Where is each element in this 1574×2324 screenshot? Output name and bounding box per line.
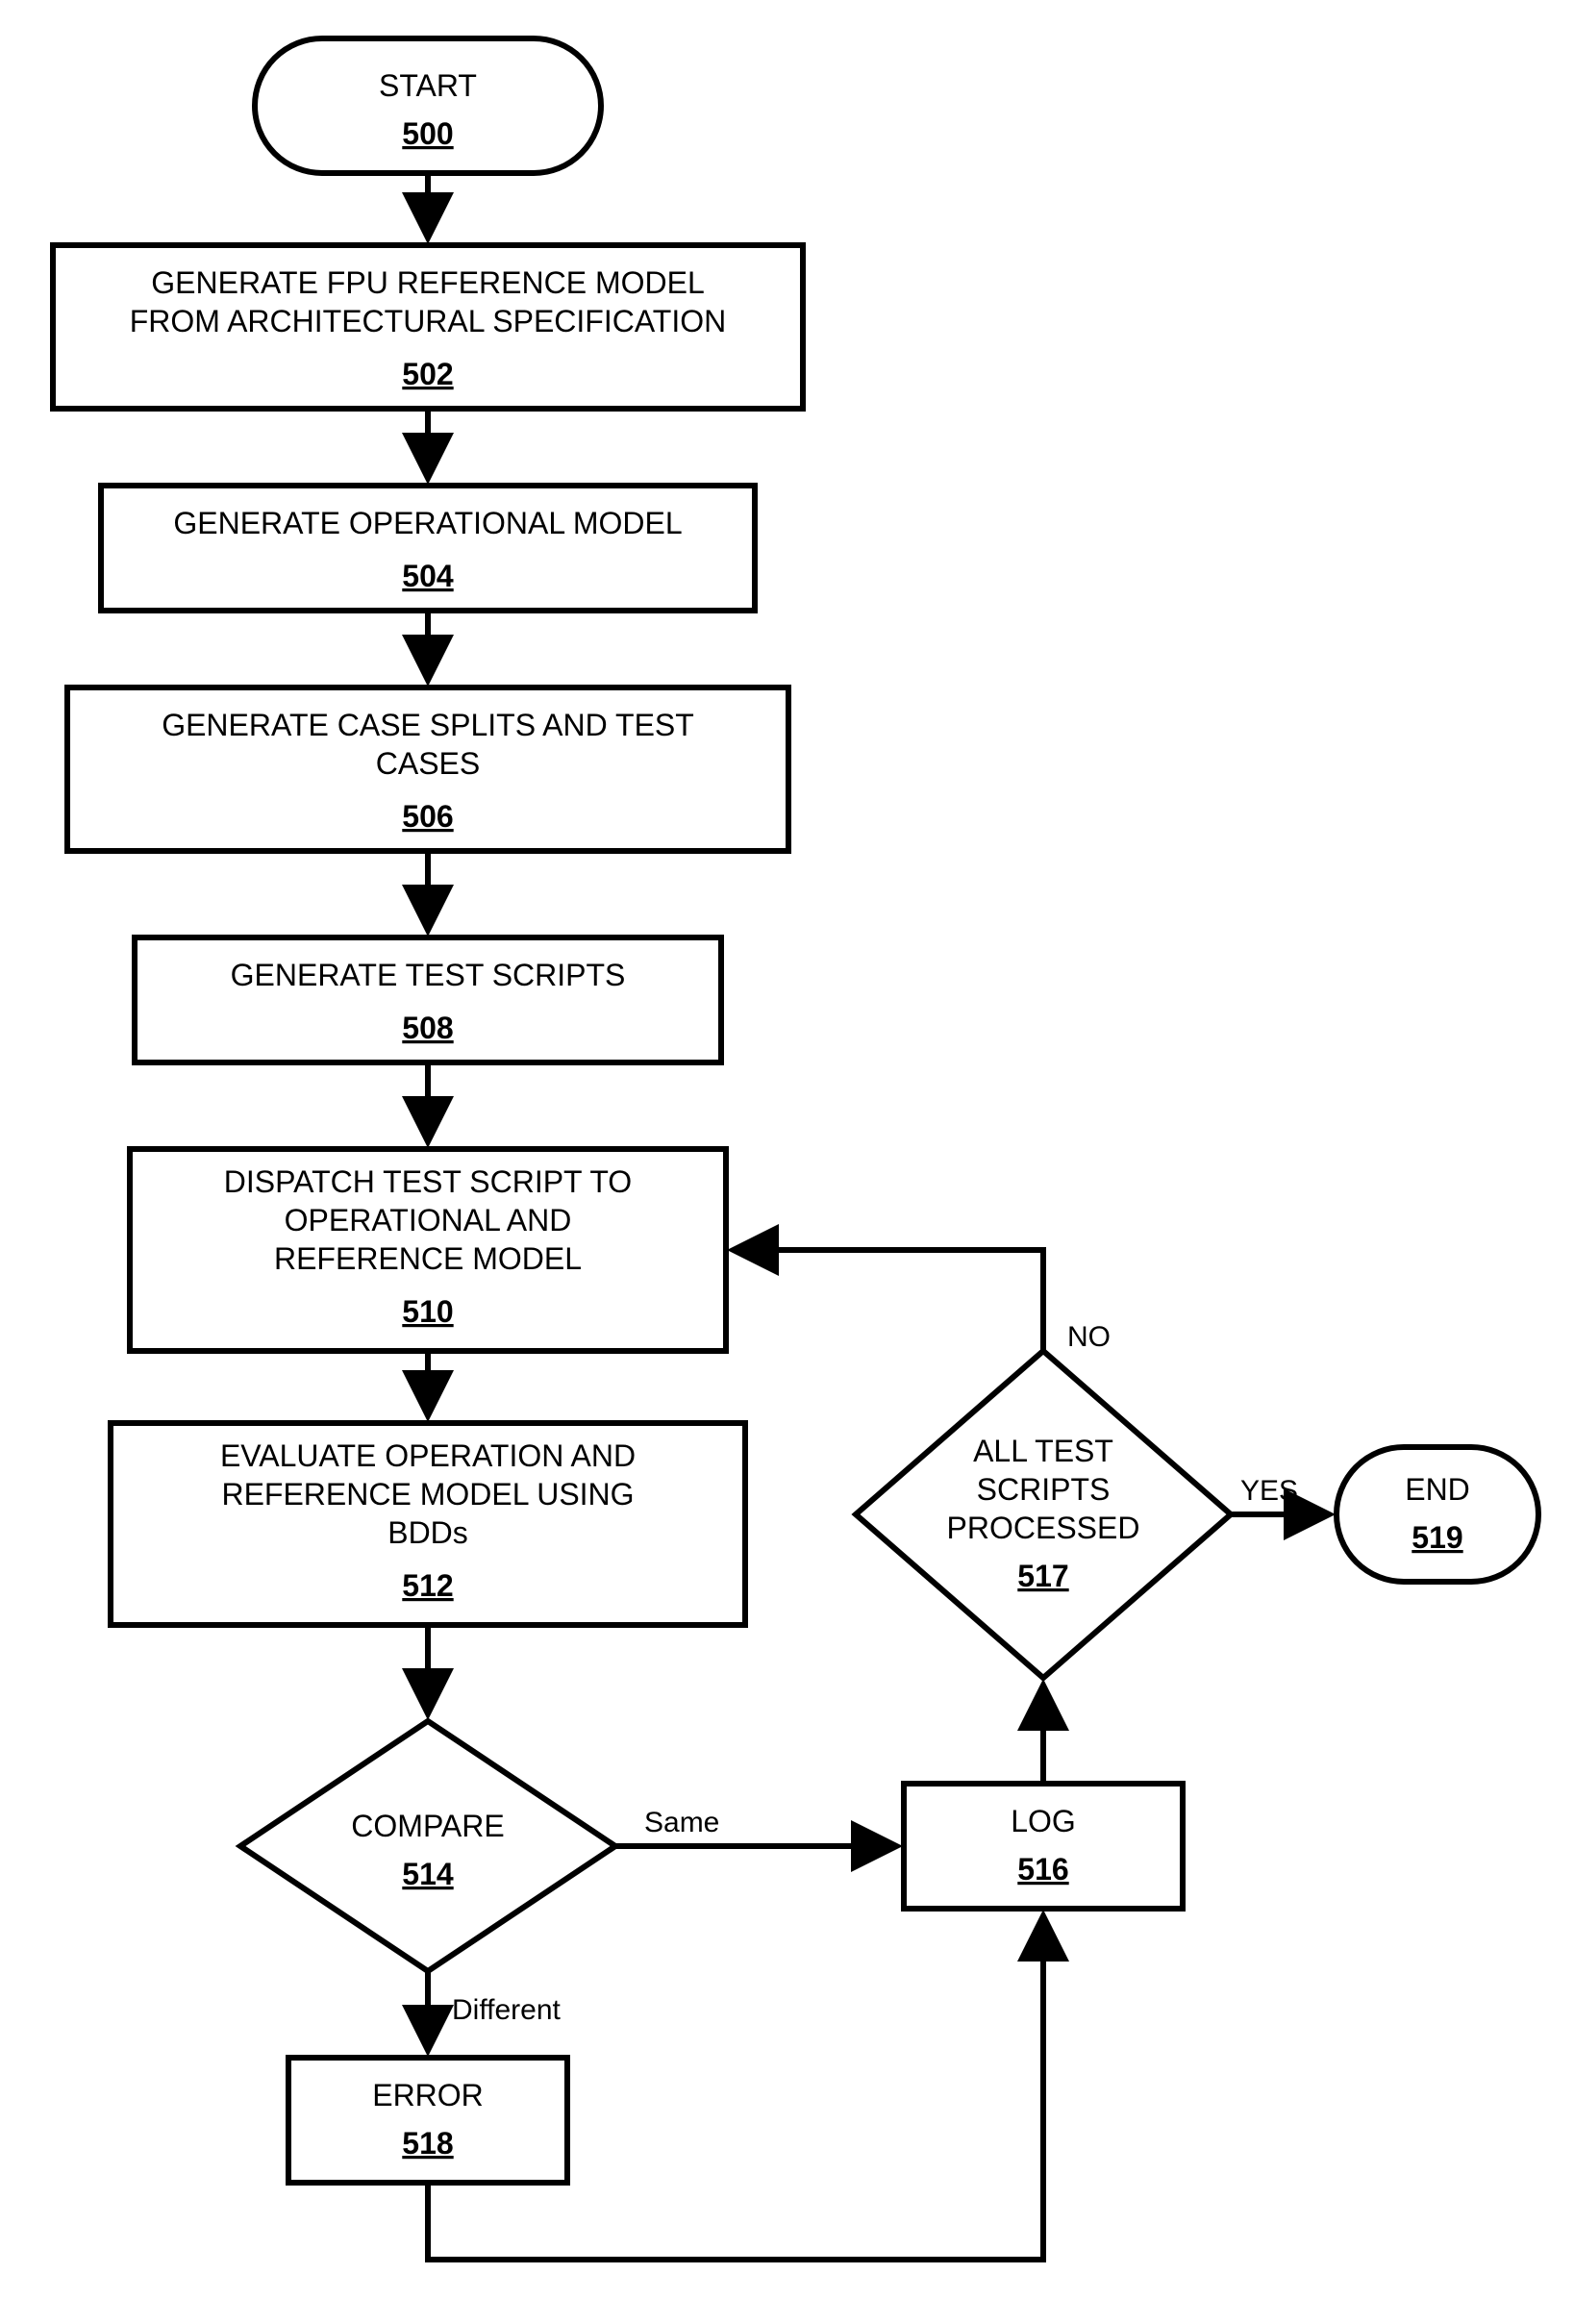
n518-ref: 518 — [402, 2126, 453, 2161]
n512-line1: EVALUATE OPERATION AND — [220, 1438, 636, 1473]
n517-line2: SCRIPTS — [977, 1472, 1111, 1507]
node-518: ERROR 518 — [288, 2058, 567, 2183]
n504-line1: GENERATE OPERATIONAL MODEL — [173, 506, 682, 540]
n512-line2: REFERENCE MODEL USING — [221, 1477, 634, 1512]
n516-ref: 516 — [1017, 1852, 1068, 1887]
n518-label: ERROR — [372, 2078, 484, 2112]
edge-label-same: Same — [644, 1807, 719, 1838]
edge-517-510-no — [736, 1250, 1043, 1351]
n512-ref: 512 — [402, 1568, 453, 1603]
node-504: GENERATE OPERATIONAL MODEL 504 — [101, 486, 755, 611]
edge-label-yes: YES — [1240, 1475, 1298, 1507]
n517-line3: PROCESSED — [947, 1511, 1140, 1545]
start-ref: 500 — [402, 116, 453, 151]
n508-ref: 508 — [402, 1011, 453, 1045]
node-517: ALL TEST SCRIPTS PROCESSED 517 — [856, 1351, 1231, 1678]
node-508: GENERATE TEST SCRIPTS 508 — [135, 937, 721, 1062]
n510-line1: DISPATCH TEST SCRIPT TO — [224, 1164, 632, 1199]
n510-line2: OPERATIONAL AND — [285, 1203, 572, 1237]
n517-line1: ALL TEST — [973, 1434, 1113, 1468]
n502-line1: GENERATE FPU REFERENCE MODEL — [151, 265, 704, 300]
n502-ref: 502 — [402, 357, 453, 391]
node-506: GENERATE CASE SPLITS AND TEST CASES 506 — [67, 687, 788, 851]
node-end: END 519 — [1337, 1447, 1538, 1582]
end-ref: 519 — [1412, 1520, 1462, 1555]
n508-line1: GENERATE TEST SCRIPTS — [231, 958, 626, 992]
n506-line1: GENERATE CASE SPLITS AND TEST — [162, 708, 694, 742]
n510-line3: REFERENCE MODEL — [274, 1241, 582, 1276]
node-514: COMPARE 514 — [240, 1721, 615, 1971]
node-510: DISPATCH TEST SCRIPT TO OPERATIONAL AND … — [130, 1149, 726, 1351]
n514-ref: 514 — [402, 1857, 454, 1891]
n512-line3: BDDs — [387, 1515, 468, 1550]
node-512: EVALUATE OPERATION AND REFERENCE MODEL U… — [111, 1423, 745, 1625]
flowchart-canvas: START 500 GENERATE FPU REFERENCE MODEL F… — [0, 0, 1574, 2324]
end-label: END — [1405, 1472, 1470, 1507]
edge-label-diff: Different — [452, 1994, 562, 2026]
node-start: START 500 — [255, 38, 601, 173]
n506-line2: CASES — [376, 746, 480, 781]
n516-label: LOG — [1011, 1804, 1076, 1838]
n510-ref: 510 — [402, 1294, 453, 1329]
edge-label-no: NO — [1067, 1321, 1111, 1353]
n514-label: COMPARE — [351, 1809, 504, 1843]
n506-ref: 506 — [402, 799, 453, 834]
node-516: LOG 516 — [904, 1784, 1183, 1909]
node-502: GENERATE FPU REFERENCE MODEL FROM ARCHIT… — [53, 245, 803, 409]
n504-ref: 504 — [402, 559, 454, 593]
n502-line2: FROM ARCHITECTURAL SPECIFICATION — [130, 304, 726, 338]
start-label: START — [379, 68, 477, 103]
n517-ref: 517 — [1017, 1559, 1068, 1593]
